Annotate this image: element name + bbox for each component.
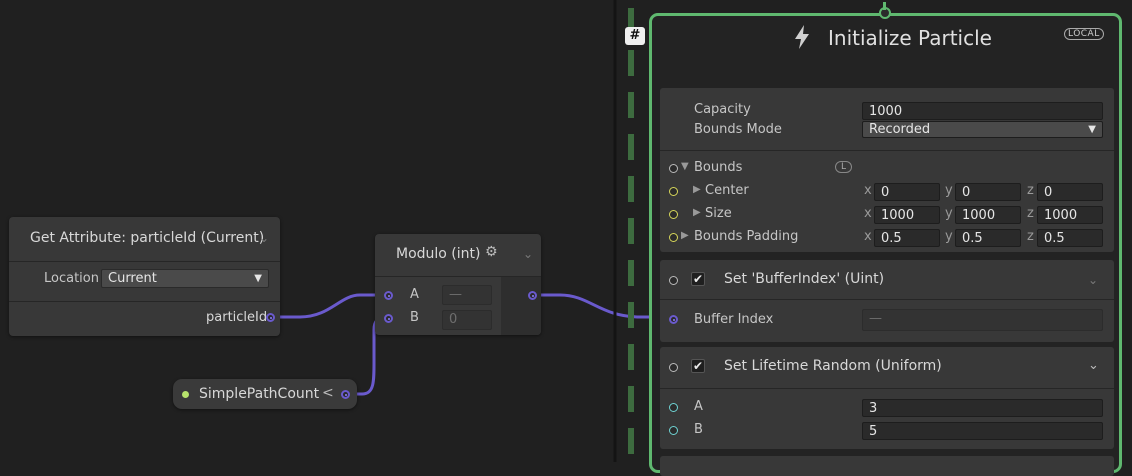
property-node-simplepathcount[interactable]: SimplePathCount < xyxy=(173,379,357,409)
center-x-field[interactable]: 0 xyxy=(874,183,940,201)
expand-right-icon[interactable]: ▶ xyxy=(681,230,689,241)
bounds-mode-label: Bounds Mode xyxy=(694,122,782,137)
size-z-axis: z xyxy=(1027,206,1034,221)
center-port[interactable] xyxy=(669,187,678,196)
center-z-field[interactable]: 0 xyxy=(1037,183,1103,201)
size-label: Size xyxy=(705,206,732,221)
modulo-a-field[interactable]: — xyxy=(442,285,492,305)
divider xyxy=(9,301,280,302)
location-value: Current xyxy=(108,271,157,286)
lifetime-a-label: A xyxy=(694,399,703,414)
particleid-output-label: particleId xyxy=(206,310,268,325)
context-title: Initialize Particle xyxy=(828,26,992,50)
collapse-chevron-icon[interactable]: ⌄ xyxy=(523,247,533,261)
buffer-index-field[interactable]: — xyxy=(862,309,1103,331)
dropdown-arrow-icon: ▼ xyxy=(1088,124,1096,135)
settings-gear-icon[interactable]: ⚙ xyxy=(485,244,498,260)
get-attribute-node[interactable]: Get Attribute: particleId (Current) ⌄ Lo… xyxy=(9,217,280,336)
next-block[interactable] xyxy=(660,456,1114,476)
center-label: Center xyxy=(705,183,749,198)
modulo-input-a-port[interactable] xyxy=(384,291,393,300)
block-activation-port[interactable] xyxy=(669,363,678,372)
local-badge[interactable]: LOCAL xyxy=(1064,28,1104,40)
exposed-dot-icon xyxy=(182,391,189,398)
buffer-index-label: Buffer Index xyxy=(694,312,774,327)
bounds-padding-port[interactable] xyxy=(669,233,678,242)
bounds-mode-value: Recorded xyxy=(869,122,931,137)
modulo-a-label: A xyxy=(410,287,419,302)
bounds-space-badge[interactable]: L xyxy=(835,161,853,173)
modulo-b-label: B xyxy=(410,310,419,325)
padding-z-field[interactable]: 0.5 xyxy=(1037,229,1103,247)
size-x-axis: x xyxy=(864,206,872,221)
lifetime-a-field[interactable]: 3 xyxy=(862,399,1103,417)
padding-y-field[interactable]: 0.5 xyxy=(955,229,1021,247)
divider xyxy=(660,388,1114,389)
collapse-chevron-icon[interactable]: ⌄ xyxy=(1088,273,1098,287)
property-output-port[interactable] xyxy=(341,390,350,399)
flow-connector xyxy=(883,2,886,10)
lifetime-b-label: B xyxy=(694,422,703,437)
sticky-note-badge[interactable]: # xyxy=(625,27,645,45)
lightning-icon xyxy=(792,24,812,54)
block-enabled-checkbox[interactable]: ✔ xyxy=(691,272,705,286)
expand-right-icon[interactable]: ▶ xyxy=(693,184,701,195)
buffer-index-input-port[interactable] xyxy=(669,315,678,324)
size-z-field[interactable]: 1000 xyxy=(1037,206,1103,224)
collapse-arrow-icon[interactable]: < xyxy=(322,385,334,401)
modulo-output-section xyxy=(501,277,541,335)
center-y-field[interactable]: 0 xyxy=(955,183,1021,201)
bounds-padding-label: Bounds Padding xyxy=(694,229,799,244)
size-y-axis: y xyxy=(945,206,953,221)
modulo-title: Modulo (int) xyxy=(396,246,481,262)
get-attribute-title: Get Attribute: particleId (Current) xyxy=(30,230,265,246)
dropdown-arrow-icon: ▼ xyxy=(254,273,262,284)
bounds-label: Bounds xyxy=(694,160,743,175)
expand-down-icon[interactable]: ▼ xyxy=(681,161,689,172)
size-port[interactable] xyxy=(669,210,678,219)
padding-x-field[interactable]: 0.5 xyxy=(874,229,940,247)
modulo-output-port[interactable] xyxy=(528,291,537,300)
collapse-chevron-icon[interactable]: ⌄ xyxy=(259,231,269,245)
bounds-port[interactable] xyxy=(669,164,678,173)
modulo-input-b-port[interactable] xyxy=(384,314,393,323)
location-dropdown[interactable]: Current ▼ xyxy=(101,269,269,288)
modulo-b-field[interactable]: 0 xyxy=(442,310,492,330)
initialize-particle-context[interactable]: Initialize Particle LOCAL Capacity 1000 … xyxy=(649,2,1122,476)
edge-particleid-to-a xyxy=(280,293,386,319)
particleid-output-port[interactable] xyxy=(266,313,275,322)
center-x-axis: x xyxy=(864,183,872,198)
location-label: Location xyxy=(44,271,99,286)
modulo-node[interactable]: Modulo (int) ⚙ ⌄ A — B 0 xyxy=(375,234,541,335)
expand-right-icon[interactable]: ▶ xyxy=(693,207,701,218)
lifetime-a-port[interactable] xyxy=(669,403,678,412)
lifetime-b-field[interactable]: 5 xyxy=(862,422,1103,440)
padding-z-axis: z xyxy=(1027,229,1034,244)
bounds-mode-dropdown[interactable]: Recorded ▼ xyxy=(862,121,1103,138)
padding-x-axis: x xyxy=(864,229,872,244)
set-lifetime-title: Set Lifetime Random (Uniform) xyxy=(724,358,942,374)
property-name: SimplePathCount xyxy=(199,386,320,402)
divider xyxy=(660,299,1114,300)
collapse-chevron-icon[interactable]: ⌄ xyxy=(1088,358,1099,373)
set-bufferindex-title: Set 'BufferIndex' (Uint) xyxy=(724,271,885,287)
divider xyxy=(9,261,280,262)
size-y-field[interactable]: 1000 xyxy=(955,206,1021,224)
block-enabled-checkbox[interactable]: ✔ xyxy=(691,359,705,373)
size-x-field[interactable]: 1000 xyxy=(874,206,940,224)
lifetime-b-port[interactable] xyxy=(669,426,678,435)
center-z-axis: z xyxy=(1027,183,1034,198)
capacity-label: Capacity xyxy=(694,102,751,117)
block-activation-port[interactable] xyxy=(669,276,678,285)
padding-y-axis: y xyxy=(945,229,953,244)
capacity-field[interactable]: 1000 xyxy=(862,102,1103,120)
divider xyxy=(660,150,1114,151)
center-y-axis: y xyxy=(945,183,953,198)
